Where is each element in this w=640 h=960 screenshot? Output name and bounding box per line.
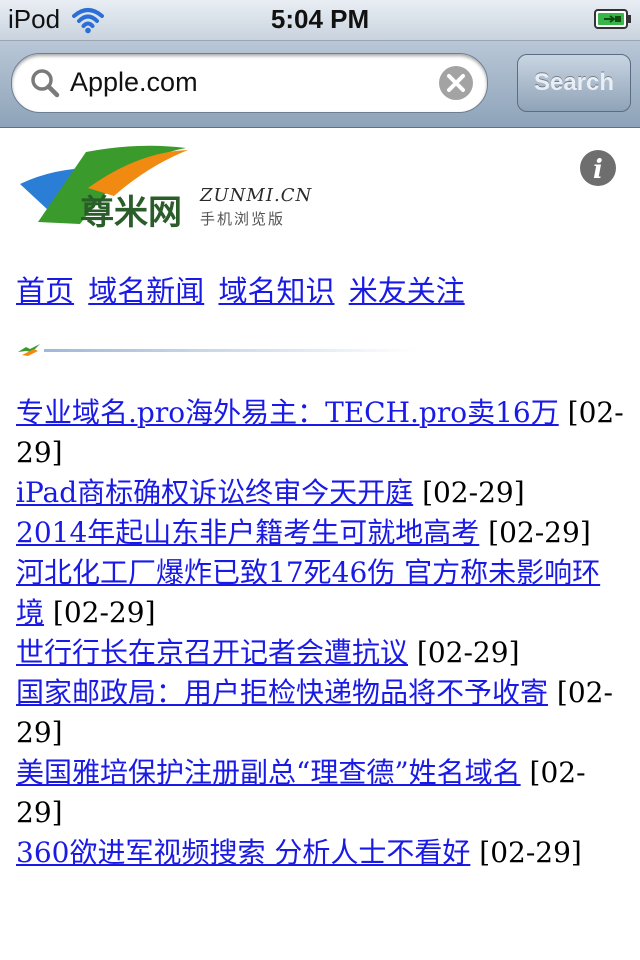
list-item: 世行行长在京召开记者会遭抗议 [02-29]: [16, 633, 628, 673]
news-date: [02-29]: [416, 636, 520, 669]
list-item: 专业域名.pro海外易主：TECH.pro卖16万 [02-29]: [16, 393, 628, 473]
list-item: 360欲进军视频搜索 分析人士不看好 [02-29]: [16, 833, 628, 873]
nav-link[interactable]: 米友关注: [349, 274, 465, 308]
news-date: [02-29]: [488, 516, 591, 549]
news-link[interactable]: 2014年起山东非户籍考生可就地高考: [16, 516, 479, 549]
url-input[interactable]: [70, 63, 430, 101]
svg-text:i: i: [593, 155, 603, 185]
news-date: [02-29]: [479, 836, 582, 869]
news-link[interactable]: 美国雅培保护注册副总“理查德”姓名域名: [16, 756, 521, 789]
news-link[interactable]: 国家邮政局：用户拒检快递物品将不予收寄: [16, 676, 548, 709]
nav-link[interactable]: 首页: [16, 274, 74, 308]
url-field[interactable]: [11, 53, 488, 113]
list-item: 国家邮政局：用户拒检快递物品将不予收寄 [02-29]: [16, 673, 628, 753]
list-item: 2014年起山东非户籍考生可就地高考 [02-29]: [16, 513, 628, 553]
search-button[interactable]: Search: [517, 54, 631, 112]
site-logo[interactable]: 尊米网 ZUNMI.CN 手机浏览版: [18, 144, 318, 240]
site-nav: 首页 域名新闻 域名知识 米友关注: [16, 273, 470, 309]
clock: 5:04 PM: [270, 4, 370, 34]
news-date: [02-29]: [422, 476, 525, 509]
news-link[interactable]: 世行行长在京召开记者会遭抗议: [16, 636, 408, 669]
nav-link[interactable]: 域名新闻: [88, 274, 204, 308]
logo-domain: ZUNMI.CN: [199, 185, 312, 206]
search-icon: [31, 69, 60, 98]
clear-icon[interactable]: [438, 65, 474, 101]
status-bar: iPod 5:04 PM: [0, 0, 640, 41]
search-bar: Search: [0, 41, 640, 128]
logo-text: 尊米网: [80, 193, 182, 233]
list-item: iPad商标确权诉讼终审今天开庭 [02-29]: [16, 473, 628, 513]
news-list: 专业域名.pro海外易主：TECH.pro卖16万 [02-29] iPad商标…: [16, 393, 628, 873]
news-date: [02-29]: [52, 596, 156, 629]
list-item: 美国雅培保护注册副总“理查德”姓名域名 [02-29]: [16, 753, 628, 833]
section-divider: [18, 344, 418, 356]
news-link[interactable]: 专业域名.pro海外易主：TECH.pro卖16万: [16, 396, 559, 429]
web-page: 尊米网 ZUNMI.CN 手机浏览版 i 首页 域名新闻 域名知识 米友关注 专…: [0, 128, 640, 960]
news-link[interactable]: 360欲进军视频搜索 分析人士不看好: [16, 836, 470, 869]
list-item: 河北化工厂爆炸已致17死46伤 官方称未影响环境 [02-29]: [16, 553, 628, 633]
battery-charging-icon: [594, 9, 631, 29]
logo-tagline: 手机浏览版: [200, 210, 285, 228]
news-link[interactable]: iPad商标确权诉讼终审今天开庭: [16, 476, 413, 509]
nav-link[interactable]: 域名知识: [218, 274, 334, 308]
info-icon[interactable]: i: [580, 150, 616, 186]
